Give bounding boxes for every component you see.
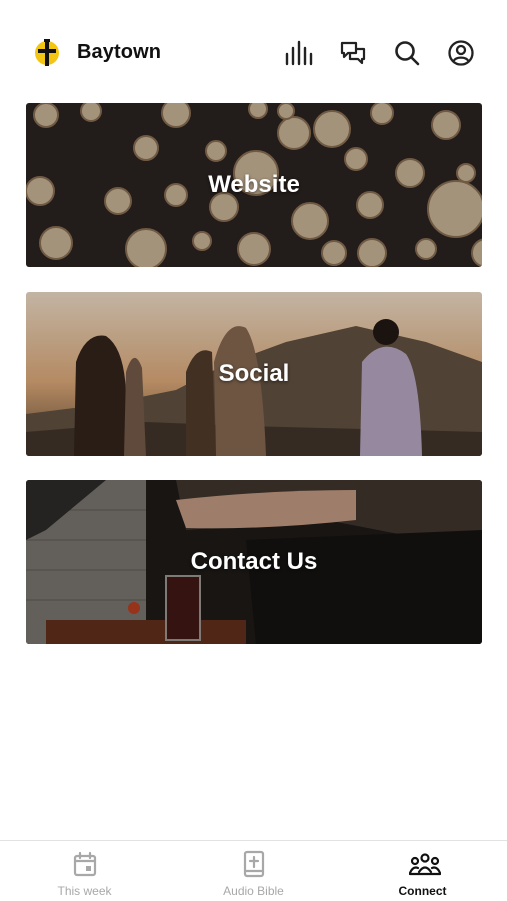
app-header: Baytown <box>0 30 507 76</box>
social-card[interactable]: Social <box>26 292 482 456</box>
logo-cross-icon <box>32 38 62 68</box>
website-card[interactable]: Website <box>26 103 482 267</box>
search-icon[interactable] <box>392 38 422 68</box>
people-group-icon <box>408 850 441 878</box>
tab-audio-bible[interactable]: Audio Bible <box>169 841 338 901</box>
website-card-label: Website <box>208 171 300 198</box>
bible-icon <box>240 850 268 878</box>
tab-connect[interactable]: Connect <box>338 841 507 901</box>
tab-label: Audio Bible <box>223 884 284 898</box>
social-card-label: Social <box>218 360 290 387</box>
church-name: Baytown <box>77 41 162 63</box>
tab-this-week[interactable]: This week <box>0 841 169 901</box>
bottom-tab-bar: This week Audio Bible Connect <box>0 840 507 901</box>
audio-bars-icon[interactable] <box>284 38 314 68</box>
tab-label: This week <box>57 884 112 898</box>
contact-us-card[interactable]: Contact Us <box>26 480 482 644</box>
contact-us-card-label: Contact Us <box>190 548 318 575</box>
calendar-icon <box>71 850 99 878</box>
tab-label: Connect <box>398 884 447 898</box>
chat-icon[interactable] <box>338 38 368 68</box>
profile-icon[interactable] <box>446 38 476 68</box>
